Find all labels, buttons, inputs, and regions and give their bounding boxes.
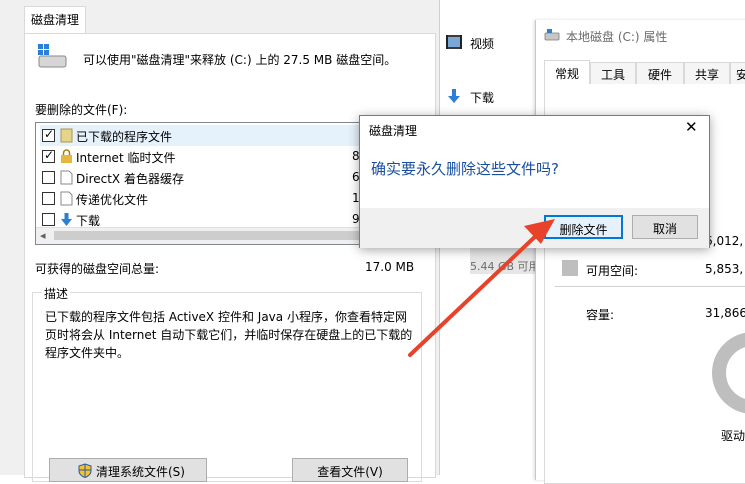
close-icon[interactable]: ✕ bbox=[685, 118, 698, 136]
confirm-delete-dialog: 磁盘清理 ✕ 确实要永久删除这些文件吗? 删除文件 取消 bbox=[359, 115, 710, 248]
scroll-left-icon[interactable]: ◂ bbox=[40, 229, 46, 242]
free-space-swatch bbox=[562, 260, 578, 276]
description-title: 描述 bbox=[42, 285, 71, 302]
tab-tools[interactable]: 工具 bbox=[590, 62, 636, 85]
checkbox[interactable] bbox=[42, 213, 55, 226]
free-space-value: 5,853, bbox=[705, 262, 744, 276]
drive-icon bbox=[544, 29, 560, 41]
tab-sharing[interactable]: 共享 bbox=[684, 62, 730, 85]
button-label: 清理系统文件(S) bbox=[96, 465, 185, 479]
description-text: 已下载的程序文件包括 ActiveX 控件和 Java 小程序，你查看特定网页时… bbox=[45, 310, 413, 360]
checkbox[interactable] bbox=[42, 192, 55, 205]
video-folder-icon bbox=[446, 35, 462, 49]
file-category-label: DirectX 着色器缓存 bbox=[76, 172, 184, 186]
tab-hardware[interactable]: 硬件 bbox=[636, 62, 684, 85]
lock-icon bbox=[61, 149, 72, 163]
file-category-label: 已下载的程序文件 bbox=[76, 130, 173, 144]
document-icon bbox=[60, 191, 73, 206]
free-space-label: 可用空间: bbox=[586, 264, 639, 278]
file-category-label: Internet 临时文件 bbox=[76, 151, 176, 165]
tab-general[interactable]: 常规 bbox=[544, 60, 590, 84]
checkbox[interactable] bbox=[42, 171, 55, 184]
dialog-message: 确实要永久删除这些文件吗? bbox=[371, 160, 559, 178]
view-files-button[interactable]: 查看文件(V) bbox=[292, 458, 408, 482]
clean-system-files-button[interactable]: 清理系统文件(S) bbox=[49, 458, 207, 482]
cancel-button[interactable]: 取消 bbox=[632, 215, 698, 239]
intro-text: 可以使用"磁盘清理"来释放 (C:) 上的 27.5 MB 磁盘空间。 bbox=[83, 53, 397, 67]
used-space-value: 6,012, bbox=[705, 234, 744, 248]
list-item[interactable]: 传递优化文件 1. bbox=[40, 188, 412, 209]
tab-bar: 常规 工具 硬件 共享 安 bbox=[544, 60, 745, 85]
dialog-title: 磁盘清理 bbox=[369, 124, 418, 138]
disk-cleanup-icon bbox=[38, 44, 67, 68]
list-item[interactable]: 已下载的程序文件 bbox=[40, 125, 412, 146]
download-arrow-icon bbox=[448, 89, 460, 103]
file-category-label: 传递优化文件 bbox=[76, 193, 149, 207]
scrollbar-thumb[interactable] bbox=[54, 231, 384, 240]
window-title: 本地磁盘 (C:) 属性 bbox=[566, 30, 668, 44]
disk-usage-donut bbox=[712, 332, 745, 414]
explorer-item-videos[interactable]: 视频 bbox=[440, 28, 540, 58]
tab-security[interactable]: 安 bbox=[730, 62, 745, 85]
total-space-label: 可获得的磁盘空间总量: bbox=[35, 262, 160, 276]
checkbox[interactable] bbox=[42, 148, 55, 163]
capacity-label: 容量: bbox=[586, 308, 615, 322]
list-item[interactable]: Internet 临时文件 8. bbox=[40, 146, 412, 167]
drive-free-bar: 5.44 GB 可用 bbox=[470, 248, 540, 274]
folder-icon bbox=[60, 128, 73, 143]
files-to-delete-label: 要删除的文件(F): bbox=[35, 103, 128, 117]
download-arrow-icon bbox=[61, 213, 72, 226]
tab-disk-cleanup[interactable]: 磁盘清理 bbox=[24, 6, 86, 34]
explorer-item-downloads[interactable]: 下载 bbox=[440, 82, 540, 112]
dialog-footer: 删除文件 取消 bbox=[360, 208, 709, 248]
drive-free-text: 5.44 GB 可用 bbox=[470, 260, 540, 273]
explorer-item-label: 视频 bbox=[470, 37, 495, 51]
shield-icon bbox=[78, 463, 92, 478]
divider bbox=[555, 286, 745, 287]
drive-letter-label: 驱动 bbox=[721, 429, 745, 443]
list-item[interactable]: DirectX 着色器缓存 6 bbox=[40, 167, 412, 188]
capacity-value: 31,866, bbox=[705, 306, 745, 320]
explorer-item-label: 下载 bbox=[470, 91, 495, 105]
checkbox[interactable] bbox=[42, 127, 55, 142]
total-space-value: 17.0 MB bbox=[365, 260, 415, 274]
drive-properties-window: 本地磁盘 (C:) 属性 常规 工具 硬件 共享 安 6,012, 可用空间: … bbox=[535, 20, 745, 484]
delete-files-button[interactable]: 删除文件 bbox=[544, 215, 623, 239]
document-icon bbox=[60, 170, 73, 185]
